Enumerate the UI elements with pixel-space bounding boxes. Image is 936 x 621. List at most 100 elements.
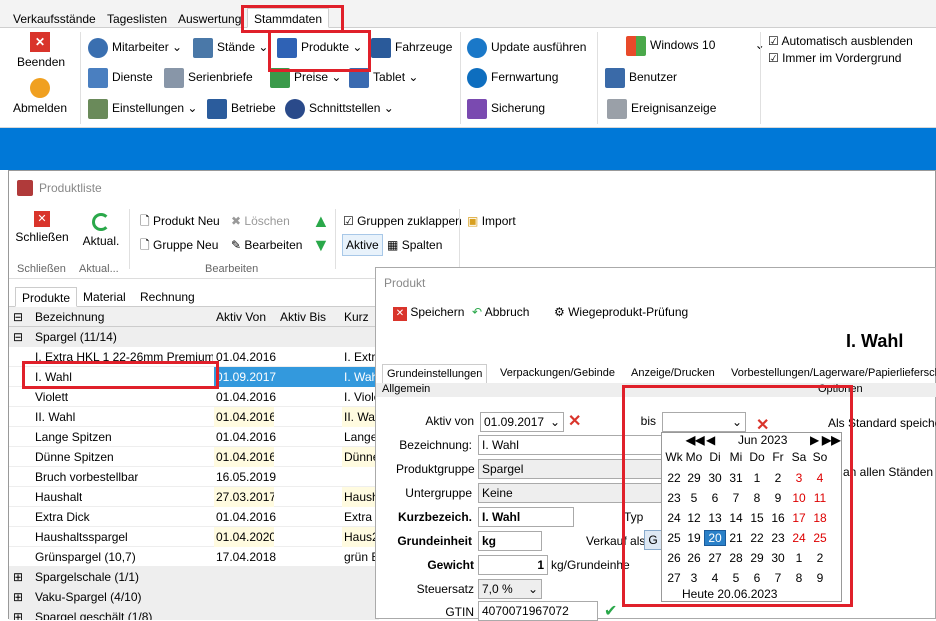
chevron-down-icon: ⌄ [527, 582, 538, 596]
col-aktiv-bis[interactable]: Aktiv Bis [280, 307, 326, 327]
windows-select[interactable]: Windows 10 ⌄ [626, 35, 765, 56]
benutzer-button[interactable]: Benutzer [605, 67, 677, 88]
mitarbeiter-button[interactable]: Mitarbeiter ⌄ [88, 37, 182, 58]
aktiv-von-date[interactable]: 01.09.2017 ⌄ [480, 412, 564, 432]
tab-anzeige[interactable]: Anzeige/Drucken [627, 364, 719, 384]
table-row[interactable]: Dünne Spitzen 01.04.2016 Dünne [9, 447, 379, 467]
user-monitor-icon [605, 67, 625, 88]
expand-icon[interactable]: ⊞ [13, 587, 23, 607]
settings-list-icon [88, 98, 108, 119]
gruppe-neu-button[interactable]: 🗋 Gruppe Neu [140, 235, 218, 255]
abbruch-button[interactable]: ↶ Abbruch [472, 302, 529, 322]
highlight-calendar [622, 385, 853, 607]
gewicht-input[interactable]: 1 [478, 555, 548, 575]
collapse-icon[interactable]: ⊟ [13, 327, 23, 347]
schnittstellen-button[interactable]: Schnittstellen ⌄ [285, 98, 394, 119]
table-row[interactable]: Bruch vorbestellbar 16.05.2019 [9, 467, 379, 487]
sicherung-button[interactable]: Sicherung [467, 98, 545, 119]
staende-button[interactable]: Stände ⌄ [193, 37, 268, 58]
speichern-button[interactable]: ✕ Speichern [393, 302, 464, 322]
fahrzeuge-button[interactable]: Fahrzeuge [371, 37, 452, 58]
building-icon [207, 98, 227, 119]
aktive-toggle[interactable]: Aktive [342, 234, 383, 256]
table-row[interactable]: Haushaltsspargel 01.04.2020 Haus2 [9, 527, 379, 547]
aktualisieren-button[interactable]: Aktual. [81, 213, 121, 251]
event-log-icon [607, 98, 627, 119]
group-row[interactable]: ⊞ Vaku-Spargel (4/10) [9, 587, 379, 607]
tab-grundeinstellungen[interactable]: Grundeinstellungen [382, 364, 488, 384]
gtin-input[interactable]: 4070071967072 [478, 601, 598, 621]
desktop-background [0, 128, 936, 170]
close-red-icon: ✕ [34, 211, 50, 227]
fernwartung-button[interactable]: Fernwartung [467, 67, 558, 88]
monitor-icon [88, 67, 108, 88]
kurzbezeichnung-input[interactable]: I. Wahl [478, 507, 574, 527]
tab-vorbestellungen[interactable]: Vorbestellungen/Lagerware/Papierliefersc… [727, 364, 936, 384]
group-row[interactable]: ⊞ Spargelschale (1/1) [9, 567, 379, 587]
highlight-stammdaten [241, 5, 344, 33]
highlight-produkte [268, 30, 371, 72]
stand-icon [193, 37, 213, 58]
group-label-schliessen: Schließen [17, 263, 66, 275]
tab-verkaufsstaende[interactable]: Verkaufsstände [6, 8, 103, 28]
loeschen-button[interactable]: ✖ Löschen [231, 211, 290, 231]
move-up-icon[interactable]: ▲ [312, 211, 330, 231]
table-row[interactable]: Extra Dick01.04.2016Extra Dick [9, 507, 379, 527]
label-an-allen: an allen Ständen [843, 465, 934, 479]
produkt-grid: ⊟ Bezeichnung Aktiv Von Aktiv Bis Kurz ⊟… [9, 307, 379, 620]
grundeinheit-input[interactable]: kg [478, 531, 542, 551]
bearbeiten-button[interactable]: ✎ Bearbeiten [231, 235, 302, 255]
table-row[interactable]: Violett01.04.2016I. Violett [9, 387, 379, 407]
col-kurz[interactable]: Kurz [344, 307, 369, 327]
produkt-neu-button[interactable]: 🗋 Produkt Neu [140, 211, 220, 231]
vordergrund-checkbox[interactable]: ☑ Immer im Vordergrund [768, 48, 901, 68]
close-red-icon: ✕ [30, 32, 50, 52]
tab-verpackungen[interactable]: Verpackungen/Gebinde [496, 364, 619, 384]
columns-icon: ▦ [387, 238, 399, 252]
col-bezeichnung[interactable]: Bezeichnung [35, 307, 104, 327]
import-icon: ▣ [467, 214, 479, 228]
beenden-button[interactable]: ✕ Beenden [17, 32, 65, 72]
schliessen-button[interactable]: ✕ Schließen [15, 211, 69, 247]
abmelden-button[interactable]: Abmelden [11, 78, 69, 118]
label-kg-grundeinheit: kg/Grundeinhe [551, 558, 630, 572]
new-document-icon: 🗋 [140, 238, 150, 252]
label-grundeinheit: Grundeinheit [397, 534, 472, 548]
clear-date-icon[interactable]: ✕ [568, 411, 581, 431]
gruppen-zuklappen-checkbox[interactable]: ☑ Gruppen zuklappen [343, 211, 462, 231]
highlight-i-wahl-row [22, 361, 219, 389]
table-row[interactable]: Lange Spitzen 01.04.2016 Lange [9, 427, 379, 447]
ereignis-button[interactable]: Ereignisanzeige [607, 98, 716, 119]
import-button[interactable]: ▣ Import [467, 211, 516, 231]
group-row[interactable]: ⊟ Spargel (11/14) [9, 327, 379, 347]
col-aktiv-von[interactable]: Aktiv Von [216, 307, 266, 327]
tab-produkte[interactable]: Produkte [15, 287, 78, 307]
expand-icon[interactable]: ⊞ [13, 567, 23, 587]
produktliste-title: Produktliste [9, 171, 935, 205]
check-icon: ✔ [604, 603, 618, 620]
wiegeprodukt-button[interactable]: ⚙ Wiegeprodukt-Prüfung [554, 302, 688, 322]
new-document-icon: 🗋 [140, 214, 150, 228]
tab-tageslisten[interactable]: Tageslisten [100, 8, 174, 28]
dienste-button[interactable]: Dienste [88, 67, 153, 88]
steuersatz-select[interactable]: 7,0 % ⌄ [478, 579, 542, 599]
group-row[interactable]: ⊞ Spargel geschält (1/8) [9, 607, 379, 620]
einstellungen-button[interactable]: Einstellungen ⌄ [88, 98, 197, 119]
tab-material[interactable]: Material [77, 287, 132, 307]
update-button[interactable]: Update ausführen [467, 37, 586, 58]
expand-icon[interactable]: ⊞ [13, 607, 23, 620]
tab-auswertung[interactable]: Auswertung [171, 8, 248, 28]
table-row[interactable]: II. Wahl01.04.2016II. Wahl [9, 407, 379, 427]
refresh-icon [92, 213, 110, 231]
tab-rechnung[interactable]: Rechnung [134, 287, 201, 307]
truck-icon [371, 37, 391, 58]
serienbriefe-button[interactable]: Serienbriefe [164, 67, 253, 88]
table-row[interactable]: Haushalt27.03.2017Haushalt [9, 487, 379, 507]
table-row[interactable]: Grünspargel (10,7)17.04.2018grün Bu [9, 547, 379, 567]
user-logout-icon [30, 78, 50, 98]
collapse-all-icon[interactable]: ⊟ [13, 307, 23, 327]
spalten-button[interactable]: ▦ Spalten [387, 235, 442, 255]
betriebe-button[interactable]: Betriebe [207, 98, 276, 119]
move-down-icon[interactable]: ▼ [312, 235, 330, 255]
backup-icon [467, 98, 487, 119]
